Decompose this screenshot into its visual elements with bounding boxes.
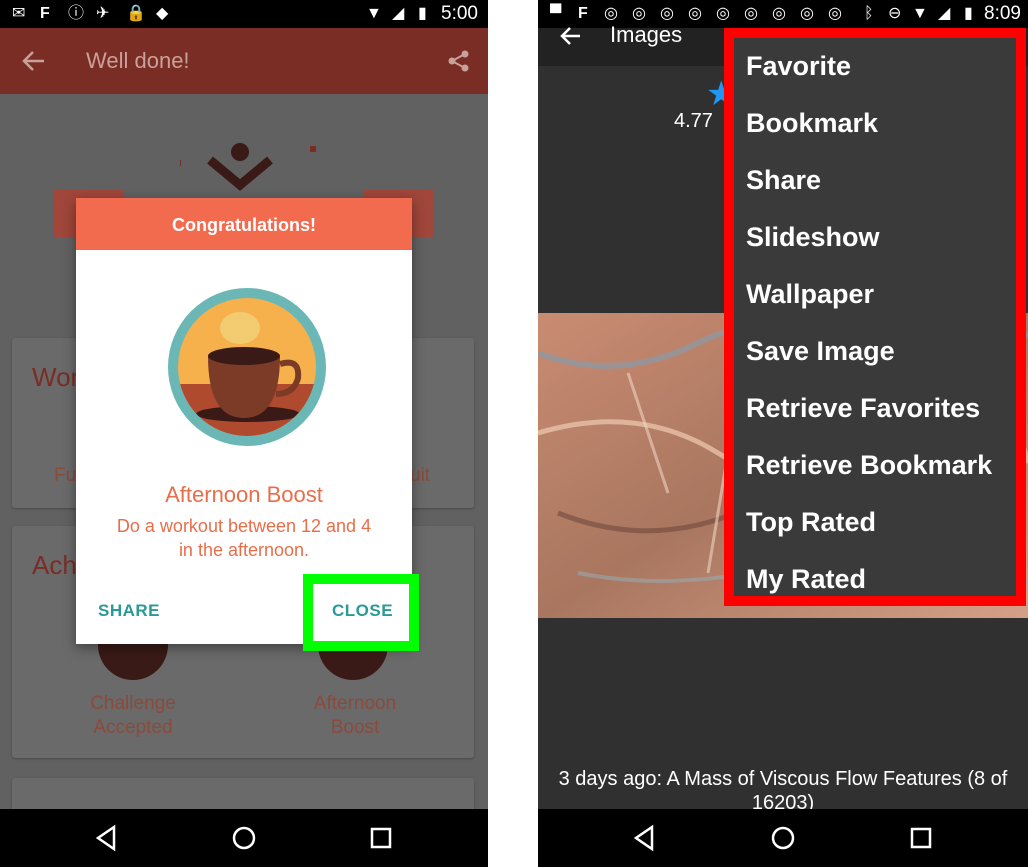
menu-item-bookmark[interactable]: Bookmark xyxy=(746,108,878,138)
app-icon: ◎ xyxy=(800,5,814,22)
card-stat-left: Fu xyxy=(54,465,77,486)
nav-recents-icon[interactable] xyxy=(366,823,396,853)
app-icon: ◎ xyxy=(828,5,842,22)
achievement-name: Afternoon Boost xyxy=(165,482,323,507)
page-title: Well done! xyxy=(86,48,190,73)
left-screen: ✉ F ⓘ ✈ 🔒 ◆ ▼ ◢ ▮ 5:00 Well done! Wor Fu… xyxy=(0,0,488,867)
navigation-bar xyxy=(538,809,1028,867)
coffee-cup-icon xyxy=(168,288,326,446)
chat-icon: ▀ xyxy=(550,5,562,22)
right-screen: ▀ F ◎ ◎ ◎ ◎ ◎ ◎ ◎ ◎ ◎ ᛒ ⊖ ▼ ◢ ▮ 8:09 Ima… xyxy=(538,0,1028,867)
nav-home-icon[interactable] xyxy=(229,823,259,853)
flipboard-icon: F xyxy=(578,5,588,22)
dialog-header: Congratulations! xyxy=(76,198,412,250)
image-caption: 3 days ago: A Mass of Viscous Flow Featu… xyxy=(538,767,1028,815)
back-arrow-icon[interactable] xyxy=(560,26,582,46)
status-time: 8:09 xyxy=(984,3,1021,24)
celebration-figure-icon xyxy=(180,143,316,191)
close-button-highlight xyxy=(303,574,419,651)
achievement-label-afternoon: Afternoon Boost xyxy=(282,692,428,740)
achievement-label-challenge: Challenge Accepted xyxy=(60,692,206,740)
label-line: Afternoon xyxy=(313,693,397,714)
share-button[interactable]: SHARE xyxy=(98,601,160,621)
app-icon: ◎ xyxy=(632,5,646,22)
app-icon: ◎ xyxy=(744,5,758,22)
menu-item-favorite[interactable]: Favorite xyxy=(746,51,851,81)
app-icon: ◎ xyxy=(716,5,730,22)
menu-item-share[interactable]: Share xyxy=(746,165,821,195)
battery-icon: ▮ xyxy=(964,5,973,22)
coffee-cup-drawing xyxy=(178,312,316,436)
status-bar: ✉ F ⓘ ✈ 🔒 ◆ ▼ ◢ ▮ 5:00 xyxy=(0,0,488,28)
menu-item-retrieve-favorites[interactable]: Retrieve Favorites xyxy=(746,393,980,423)
nav-recents-icon[interactable] xyxy=(906,823,936,853)
alert-icon: ⓘ xyxy=(68,5,85,22)
label-line: Boost xyxy=(330,717,380,738)
app-icon: ◎ xyxy=(772,5,786,22)
navigation-bar xyxy=(0,809,488,867)
signal-icon: ◢ xyxy=(392,5,405,22)
wifi-icon: ▼ xyxy=(912,5,928,22)
status-time: 5:00 xyxy=(441,3,478,24)
app-icon: ◎ xyxy=(660,5,674,22)
app-icon: ◎ xyxy=(604,5,618,22)
description-line-1: Do a workout between 12 and 4 xyxy=(116,516,372,536)
wifi-icon: ▼ xyxy=(366,5,382,22)
menu-item-retrieve-bookmark[interactable]: Retrieve Bookmark xyxy=(746,450,992,480)
nav-back-icon[interactable] xyxy=(92,823,122,853)
menu-item-wallpaper[interactable]: Wallpaper xyxy=(746,279,874,309)
achievement-description: Do a workout between 12 and 4 in the aft… xyxy=(76,514,412,562)
share-icon[interactable] xyxy=(448,50,470,72)
caption-line-1: 3 days ago: A Mass of Viscous Flow Featu… xyxy=(558,768,1008,790)
nav-home-icon[interactable] xyxy=(768,823,798,853)
satellite-icon: ✈ xyxy=(96,5,110,22)
mail-icon: ✉ xyxy=(12,5,26,22)
bluetooth-icon: ᛒ xyxy=(864,5,874,22)
menu-item-save-image[interactable]: Save Image xyxy=(746,336,895,366)
back-arrow-icon[interactable] xyxy=(22,50,46,72)
android-icon: ◆ xyxy=(156,5,169,22)
label-line: Accepted xyxy=(93,717,173,738)
menu-item-my-rated[interactable]: My Rated xyxy=(746,564,866,594)
card-stat-right: uit xyxy=(410,465,431,486)
workouts-card-title: Wor xyxy=(32,362,80,392)
app-bar: Well done! xyxy=(0,28,488,94)
dnd-icon: ⊖ xyxy=(888,5,902,22)
app-icon: ◎ xyxy=(688,5,702,22)
battery-icon: ▮ xyxy=(418,5,427,22)
badge-face xyxy=(178,298,316,436)
achievements-card-title: Ach xyxy=(32,550,77,580)
description-line-2: in the afternoon. xyxy=(178,540,310,560)
menu-item-slideshow[interactable]: Slideshow xyxy=(746,222,880,252)
label-line: Challenge xyxy=(90,693,176,714)
page-title: Images xyxy=(610,22,683,47)
menu-item-top-rated[interactable]: Top Rated xyxy=(746,507,876,537)
signal-icon: ◢ xyxy=(938,5,951,22)
lock-icon: 🔒 xyxy=(126,5,146,22)
nav-back-icon[interactable] xyxy=(630,823,660,853)
screen-divider xyxy=(488,0,538,867)
overflow-menu: Favorite Bookmark Share Slideshow Wallpa… xyxy=(724,28,1026,606)
rating-value: 4.77 xyxy=(674,110,713,132)
flipboard-icon: F xyxy=(40,5,50,22)
